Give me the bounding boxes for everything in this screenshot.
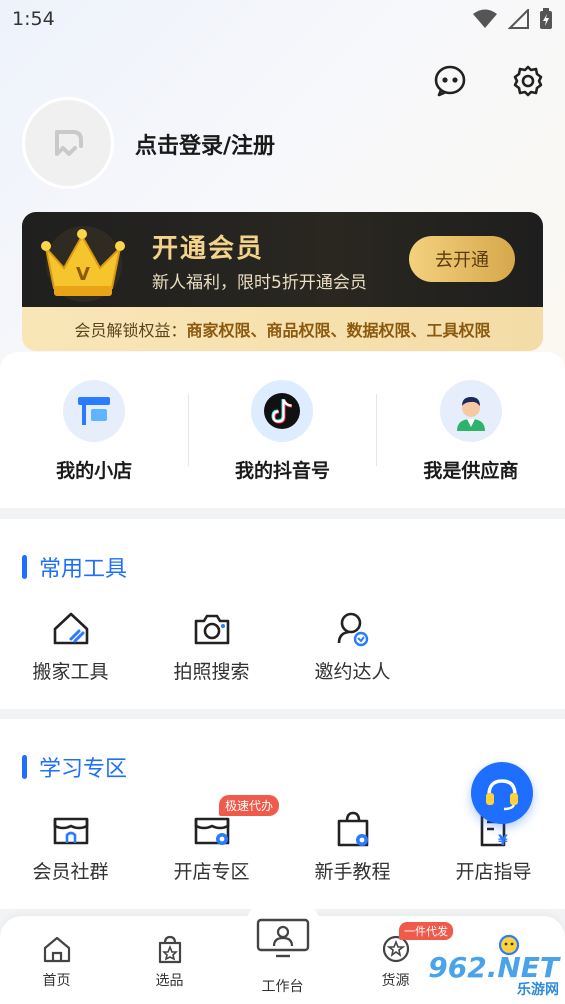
supplier-shortcut[interactable]: 我是供应商 — [377, 352, 565, 508]
vip-subtitle: 新人福利，限时5折开通会员 — [152, 273, 367, 293]
svg-text:V: V — [76, 264, 90, 285]
tool-label: 邀约达人 — [314, 661, 391, 683]
shortcut-label: 我的抖音号 — [234, 460, 330, 482]
crown-icon: V — [41, 226, 125, 302]
vip-benefits-value: 商家权限、商品权限、数据权限、工具权限 — [186, 321, 491, 340]
signal-icon — [507, 9, 529, 29]
shortcut-panel: 我的小店 我的抖音号 我是供应商 — [0, 352, 565, 508]
battery-icon — [540, 8, 552, 29]
tab-select-products[interactable]: 选品 — [113, 916, 226, 1004]
default-avatar-icon — [55, 130, 83, 156]
status-bar: 1:54 — [0, 0, 565, 38]
tab-label: 货源 — [381, 973, 410, 989]
store-icon — [78, 397, 111, 425]
camera-icon — [194, 614, 229, 645]
photo-search-tool[interactable]: 拍照搜索 — [141, 609, 282, 684]
house-link-icon — [53, 612, 88, 645]
shortcut-label: 我是供应商 — [423, 460, 519, 482]
headset-icon — [486, 779, 518, 811]
watermark: 962.NET 乐游网 — [428, 948, 565, 1004]
my-store-shortcut[interactable]: 我的小店 — [0, 352, 188, 508]
invite-influencer-tool[interactable]: 邀约达人 — [282, 609, 423, 684]
vip-benefits-bar: 会员解锁权益： 商家权限、商品权限、数据权限、工具权限 — [22, 307, 543, 351]
vip-benefits-label: 会员解锁权益： — [74, 321, 187, 340]
settings-icon[interactable] — [511, 64, 545, 98]
monitor-person-icon — [256, 918, 309, 958]
section-accent-bar — [22, 555, 27, 579]
common-tools-section: 常用工具 搬家工具 拍照搜索 邀约达人 — [0, 519, 565, 709]
tool-label: 开店专区 — [173, 861, 250, 883]
home-icon — [43, 936, 70, 963]
message-icon[interactable] — [433, 64, 467, 98]
beginner-tutorial-tool[interactable]: 新手教程 — [282, 809, 423, 884]
tool-label: 新手教程 — [314, 861, 391, 883]
wifi-icon — [473, 9, 497, 28]
section-accent-bar — [22, 755, 27, 779]
tab-label: 选品 — [155, 973, 184, 989]
supplier-icon — [456, 397, 485, 431]
shop-community-icon — [53, 817, 88, 845]
dropship-badge: 一件代发 — [399, 922, 453, 940]
bag-gear-icon — [337, 811, 368, 847]
customer-service-button[interactable] — [471, 762, 533, 824]
open-vip-button[interactable]: 去开通 — [409, 236, 515, 282]
tab-home[interactable]: 首页 — [0, 916, 113, 1004]
avatar[interactable] — [22, 97, 114, 189]
member-community-tool[interactable]: 会员社群 — [0, 809, 141, 884]
tab-workbench[interactable]: 工作台 — [226, 894, 339, 1004]
watermark-line2: 乐游网 — [517, 982, 559, 998]
tool-label: 搬家工具 — [32, 661, 109, 683]
moving-tool[interactable]: 搬家工具 — [0, 609, 141, 684]
invite-person-icon — [337, 612, 368, 647]
section-title: 常用工具 — [39, 557, 128, 582]
login-register-link[interactable]: 点击登录/注册 — [135, 128, 275, 160]
fast-agent-badge: 极速代办 — [219, 795, 280, 816]
vip-card[interactable]: V 开通会员 新人福利，限时5折开通会员 去开通 — [22, 212, 543, 308]
open-store-zone-tool[interactable]: 极速代办 开店专区 — [141, 795, 282, 884]
vip-title: 开通会员 — [152, 234, 265, 264]
my-douyin-shortcut[interactable]: 我的抖音号 — [188, 352, 376, 508]
tab-label: 工作台 — [261, 979, 304, 995]
bag-star-icon — [158, 935, 181, 964]
watermark-line1: 962.NET — [428, 951, 559, 984]
section-title: 学习专区 — [39, 757, 128, 782]
shortcut-label: 我的小店 — [56, 460, 133, 482]
svg-text:¥: ¥ — [498, 833, 508, 849]
status-time: 1:54 — [12, 8, 55, 30]
tab-label: 首页 — [42, 973, 71, 989]
tool-label: 拍照搜索 — [173, 661, 250, 683]
douyin-icon — [264, 393, 301, 429]
tool-label: 会员社群 — [32, 861, 109, 883]
tool-label: 开店指导 — [455, 861, 532, 883]
